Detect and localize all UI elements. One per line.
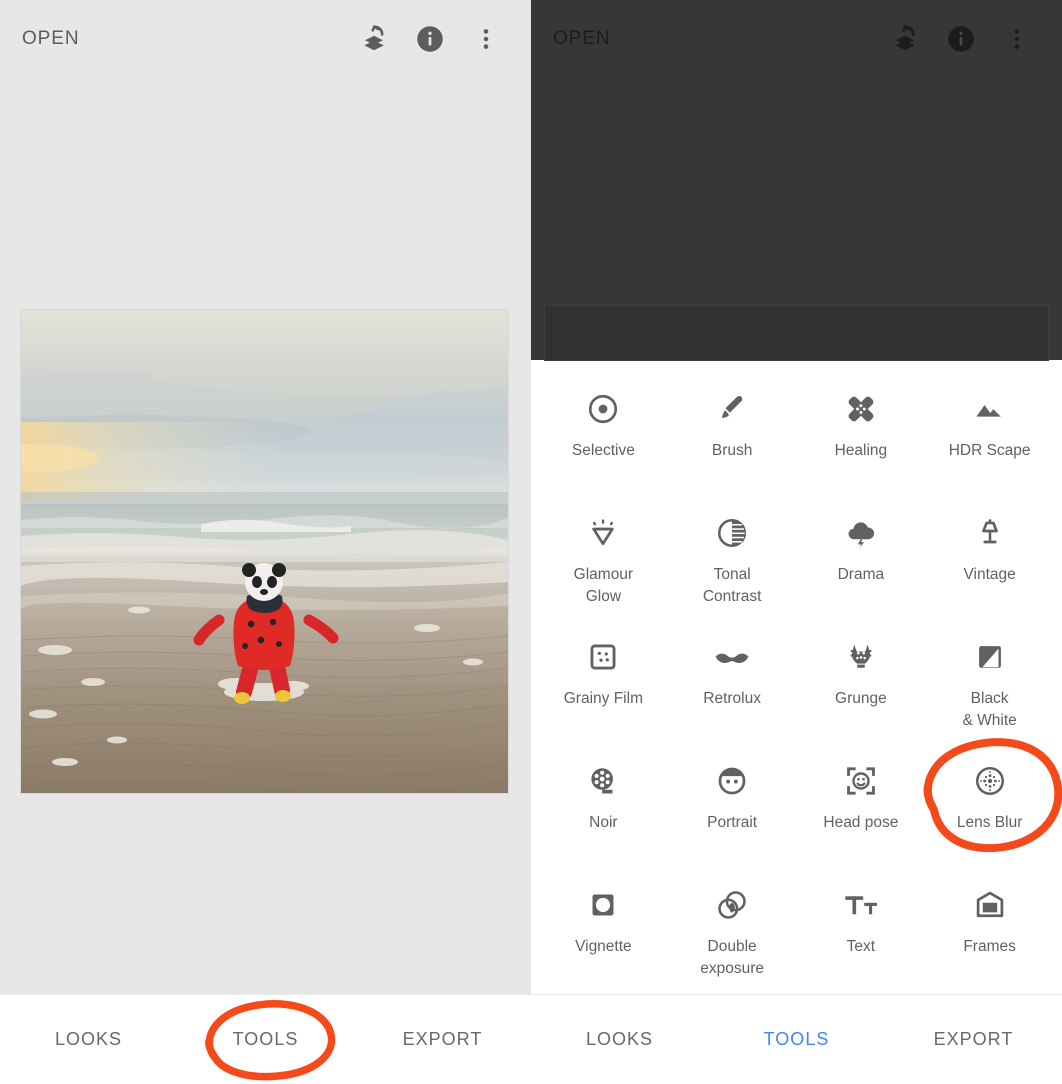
tool-label: Noir (589, 814, 618, 831)
overflow-menu-icon[interactable] (994, 16, 1040, 62)
left-screenshot-panel: OPEN LOOKS TOOLS EXPORT (0, 0, 531, 1084)
tool-label: Tonal Contrast (702, 566, 762, 605)
tool-hdr-scape[interactable]: HDR Scape (925, 374, 1054, 498)
tool-label: Brush (711, 442, 753, 459)
tool-vintage[interactable]: Vintage (925, 498, 1054, 622)
tool-label: Black & White (962, 690, 1017, 729)
tool-label: Portrait (707, 814, 758, 831)
tool-label: HDR Scape (948, 442, 1031, 459)
right-dimmed-image-stage (531, 78, 1062, 360)
nav-tools-right[interactable]: TOOLS (708, 1029, 885, 1050)
tool-retrolux[interactable]: Retrolux (668, 622, 797, 746)
tool-lens-blur[interactable]: Lens Blur (923, 738, 1062, 870)
lens-blur-dots-icon (973, 760, 1007, 802)
tools-grid: Selective Brush Healing HDR Scape Glamou… (531, 360, 1062, 994)
nav-export-left[interactable]: EXPORT (354, 1029, 531, 1050)
tool-tonal-contrast[interactable]: Tonal Contrast (668, 498, 797, 622)
face-portrait-icon (715, 760, 749, 802)
open-button-left[interactable]: OPEN (22, 28, 79, 50)
info-icon[interactable] (407, 16, 453, 62)
mountains-icon (973, 388, 1007, 430)
tool-frames[interactable]: Frames (925, 870, 1054, 994)
left-bottom-nav: LOOKS TOOLS EXPORT (0, 994, 531, 1084)
healing-patch-icon (844, 388, 878, 430)
undo-stack-icon[interactable] (882, 16, 928, 62)
tool-double-exposure[interactable]: Double exposure (668, 870, 797, 994)
tool-label: Frames (963, 938, 1016, 955)
table-lamp-icon (973, 512, 1007, 554)
tool-label: Grainy Film (563, 690, 643, 707)
undo-stack-icon[interactable] (351, 16, 397, 62)
contrast-circle-icon (715, 512, 749, 554)
tool-brush[interactable]: Brush (668, 374, 797, 498)
nav-looks-left[interactable]: LOOKS (0, 1029, 177, 1050)
left-top-bar: OPEN (0, 0, 531, 78)
tool-label: Healing (834, 442, 888, 459)
frame-icon (973, 884, 1007, 926)
tool-label: Selective (571, 442, 635, 459)
overflow-menu-icon[interactable] (463, 16, 509, 62)
tool-black-and-white[interactable]: Black & White (925, 622, 1054, 746)
dimmed-photo-strip (545, 306, 1048, 360)
storm-cloud-icon (844, 512, 878, 554)
vignette-square-icon (586, 884, 620, 926)
tool-label: Double exposure (700, 938, 764, 977)
diamond-sparkle-icon (586, 512, 620, 554)
left-image-stage (0, 78, 531, 994)
nav-export-right[interactable]: EXPORT (885, 1029, 1062, 1050)
tool-label: Drama (837, 566, 885, 583)
tool-label: Grunge (835, 690, 887, 707)
head-pose-bracket-icon (844, 760, 878, 802)
text-tt-icon (842, 884, 880, 926)
tool-grunge[interactable]: Grunge (797, 622, 926, 746)
right-bottom-nav: LOOKS TOOLS EXPORT (531, 994, 1062, 1084)
nav-looks-right[interactable]: LOOKS (531, 1029, 708, 1050)
tool-grainy-film[interactable]: Grainy Film (539, 622, 668, 746)
tool-drama[interactable]: Drama (797, 498, 926, 622)
tool-label: Retrolux (703, 690, 761, 707)
double-exposure-icon (715, 884, 749, 926)
tool-noir[interactable]: Noir (539, 746, 668, 870)
grunge-mask-icon (844, 636, 878, 678)
black-white-square-icon (973, 636, 1007, 678)
two-screenshot-comparison: OPEN LOOKS TOOLS EXPORT OPEN Selective B… (0, 0, 1062, 1084)
film-reel-icon (586, 760, 620, 802)
tool-label: Head pose (823, 814, 899, 831)
tool-healing[interactable]: Healing (797, 374, 926, 498)
moustache-icon (713, 636, 751, 678)
tool-head-pose[interactable]: Head pose (797, 746, 926, 870)
tool-label: Lens Blur (956, 814, 1023, 831)
selective-icon (586, 388, 620, 430)
tool-label: Vintage (963, 566, 1016, 583)
tool-glamour-glow[interactable]: Glamour Glow (539, 498, 668, 622)
right-top-bar: OPEN (531, 0, 1062, 78)
tool-selective[interactable]: Selective (539, 374, 668, 498)
tool-text[interactable]: Text (797, 870, 926, 994)
tool-label: Glamour Glow (573, 566, 634, 605)
brush-icon (715, 388, 749, 430)
tool-portrait[interactable]: Portrait (668, 746, 797, 870)
open-button-right[interactable]: OPEN (553, 28, 610, 50)
info-icon[interactable] (938, 16, 984, 62)
grain-square-icon (586, 636, 620, 678)
tool-label: Text (846, 938, 876, 955)
nav-tools-left[interactable]: TOOLS (177, 1029, 354, 1050)
beach-photo[interactable] (21, 310, 508, 793)
right-screenshot-panel: OPEN Selective Brush Healing HDR Scape G… (531, 0, 1062, 1084)
tool-vignette[interactable]: Vignette (539, 870, 668, 994)
tool-label: Vignette (575, 938, 632, 955)
